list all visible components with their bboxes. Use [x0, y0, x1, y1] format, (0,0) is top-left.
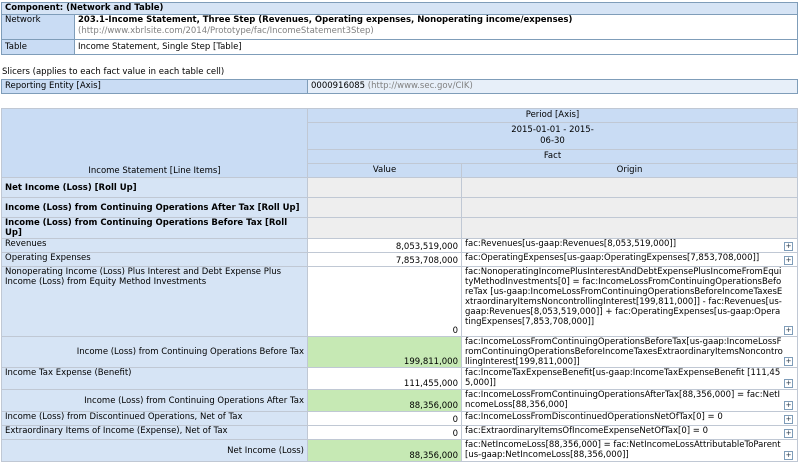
table-label: Table: [1, 39, 75, 55]
plus-box-icon[interactable]: +: [784, 415, 793, 424]
row-value: 111,455,000: [307, 367, 462, 390]
fact-grid: Income Statement [Line Items] Period [Ax…: [1, 108, 798, 462]
row-origin: fac:NonoperatingIncomePlusInterestAndDeb…: [461, 266, 798, 337]
origin-text: fac:IncomeLossFromContinuingOperationsAf…: [465, 390, 781, 411]
origin-text: fac:OperatingExpenses[us-gaap:OperatingE…: [465, 253, 760, 264]
slicer-axis-label: Reporting Entity [Axis]: [1, 79, 308, 94]
component-table: Component: (Network and Table) Network 2…: [1, 2, 798, 55]
row-value: 199,811,000: [307, 336, 462, 368]
plus-box-icon[interactable]: +: [784, 357, 793, 366]
row-origin: fac:ExtraordinaryItemsOfIncomeExpenseNet…: [461, 425, 798, 440]
component-header: Component: (Network and Table): [1, 2, 798, 15]
table-row: Extraordinary Items of Income (Expense),…: [1, 425, 798, 440]
row-origin: fac:IncomeTaxExpenseBenefit[us-gaap:Inco…: [461, 367, 798, 390]
table-row: Income (Loss) from Continuing Operations…: [1, 197, 798, 218]
origin-text: fac:NetIncomeLoss[88,356,000] = fac:NetI…: [465, 440, 781, 461]
row-value: 7,853,708,000: [307, 252, 462, 267]
table-row: Income (Loss) from Continuing Operations…: [1, 389, 798, 412]
row-origin: fac:IncomeLossFromDiscontinuedOperations…: [461, 411, 798, 426]
page: { "component": { "header": "Component: (…: [0, 0, 800, 473]
row-origin: [461, 197, 798, 218]
origin-text: fac:IncomeLossFromContinuingOperationsBe…: [465, 337, 783, 367]
row-origin: fac:IncomeLossFromContinuingOperationsBe…: [461, 336, 798, 368]
line-items-header: Income Statement [Line Items]: [1, 108, 308, 178]
period-value: 2015-01-01 - 2015-06-30: [307, 122, 798, 150]
slicer-table: Reporting Entity [Axis] 0000916085 (http…: [1, 79, 798, 94]
row-origin: [461, 217, 798, 239]
slicer-axis-value-cell: 0000916085 (http://www.sec.gov/CIK): [307, 79, 798, 94]
table-row: Income (Loss) from Discontinued Operatio…: [1, 411, 798, 426]
row-origin: fac:IncomeLossFromContinuingOperationsAf…: [461, 389, 798, 412]
slicer-axis-value: 0000916085: [311, 81, 366, 91]
row-label: Operating Expenses: [1, 252, 308, 267]
plus-box-icon[interactable]: +: [784, 429, 793, 438]
row-label: Net Income (Loss): [1, 439, 308, 462]
slicer-axis-url: (http://www.sec.gov/CIK): [367, 81, 473, 91]
row-value: [307, 217, 462, 239]
row-label: Income Tax Expense (Benefit): [1, 367, 308, 390]
plus-box-icon[interactable]: +: [784, 326, 793, 335]
table-row: Income (Loss) from Continuing Operations…: [1, 336, 798, 368]
network-url: (http://www.xbrlsite.com/2014/Prototype/…: [78, 26, 374, 36]
row-value: 88,356,000: [307, 389, 462, 412]
row-origin: fac:Revenues[us-gaap:Revenues[8,053,519,…: [461, 238, 798, 253]
network-title: 203.1-Income Statement, Three Step (Reve…: [78, 15, 573, 26]
origin-column-header: Origin: [461, 163, 798, 178]
row-label: Income (Loss) from Continuing Operations…: [1, 336, 308, 368]
table-row: Operating Expenses 7,853,708,000 fac:Opera…: [1, 252, 798, 267]
fact-header: Fact: [307, 149, 798, 164]
slicers-caption: Slicers (applies to each fact value in e…: [2, 67, 225, 77]
table-row: Net Income (Loss) 88,356,000 fac:NetIncome…: [1, 439, 798, 462]
plus-box-icon[interactable]: +: [784, 256, 793, 265]
row-label: Extraordinary Items of Income (Expense),…: [1, 425, 308, 440]
origin-text: fac:ExtraordinaryItemsOfIncomeExpenseNet…: [465, 426, 709, 437]
origin-text: fac:NonoperatingIncomePlusInterestAndDeb…: [465, 267, 783, 328]
row-value: 0: [307, 425, 462, 440]
row-label: Income (Loss) from Continuing Operations…: [1, 197, 308, 218]
row-label: Income (Loss) from Continuing Operations…: [1, 217, 308, 239]
table-row: Income Tax Expense (Benefit) 111,455,000 f…: [1, 367, 798, 390]
row-value: [307, 177, 462, 198]
row-label: Net Income (Loss) [Roll Up]: [1, 177, 308, 198]
table-value: Income Statement, Single Step [Table]: [74, 39, 798, 55]
value-column-header: Value: [307, 163, 462, 178]
table-row: Income (Loss) from Continuing Operations…: [1, 217, 798, 239]
origin-text: fac:Revenues[us-gaap:Revenues[8,053,519,…: [465, 239, 677, 250]
row-value: 0: [307, 411, 462, 426]
plus-box-icon[interactable]: +: [784, 401, 793, 410]
row-label: Nonoperating Income (Loss) Plus Interest…: [1, 266, 308, 337]
grid-body: Net Income (Loss) [Roll Up] Income (Loss)…: [1, 177, 798, 462]
row-origin: [461, 177, 798, 198]
origin-text: fac:IncomeTaxExpenseBenefit[us-gaap:Inco…: [465, 368, 781, 389]
table-row: Revenues 8,053,519,000 fac:Revenues[us-gaa…: [1, 238, 798, 253]
plus-box-icon[interactable]: +: [784, 379, 793, 388]
row-value: 0: [307, 266, 462, 337]
row-origin: fac:NetIncomeLoss[88,356,000] = fac:NetI…: [461, 439, 798, 462]
plus-box-icon[interactable]: +: [784, 242, 793, 251]
row-value: 8,053,519,000: [307, 238, 462, 253]
row-value: [307, 197, 462, 218]
row-label: Income (Loss) from Continuing Operations…: [1, 389, 308, 412]
row-origin: fac:OperatingExpenses[us-gaap:OperatingE…: [461, 252, 798, 267]
plus-box-icon[interactable]: +: [784, 451, 793, 460]
network-label: Network: [1, 14, 75, 40]
row-label: Revenues: [1, 238, 308, 253]
table-row: Nonoperating Income (Loss) Plus Interest…: [1, 266, 798, 337]
origin-text: fac:IncomeLossFromDiscontinuedOperations…: [465, 412, 723, 423]
row-value: 88,356,000: [307, 439, 462, 462]
period-axis-header: Period [Axis]: [307, 108, 798, 123]
row-label: Income (Loss) from Discontinued Operatio…: [1, 411, 308, 426]
table-row: Net Income (Loss) [Roll Up]: [1, 177, 798, 198]
